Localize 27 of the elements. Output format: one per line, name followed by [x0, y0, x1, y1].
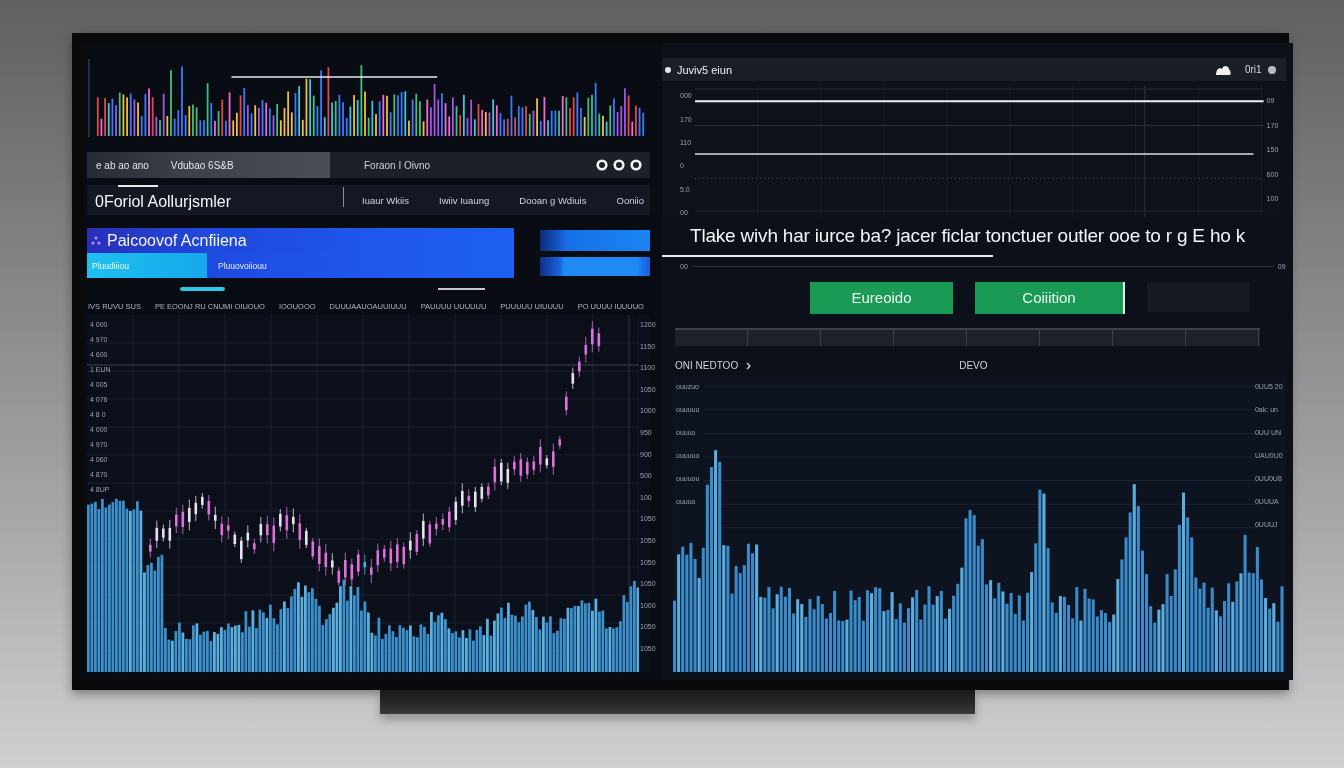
- chevron-icon[interactable]: [746, 361, 752, 370]
- headline-text: Tlake wivh har iurce ba? jacer ficlar tonctuer outler ooe to r g E ho k: [689, 224, 1247, 249]
- toolbar-label: e ab ao ano: [96, 159, 149, 171]
- nav-link[interactable]: Dooan g Wdiuis: [519, 194, 587, 206]
- dot-icon: [665, 66, 671, 73]
- toolbar-label: Foraon I Oivno: [364, 159, 431, 171]
- section-label: DEVO: [959, 360, 988, 372]
- dot-icon: [1267, 65, 1276, 74]
- blank-button[interactable]: [540, 257, 650, 276]
- banner-title: Paicoovof Acnfiiena: [107, 231, 247, 250]
- nav-link[interactable]: Ooniio: [616, 194, 644, 206]
- panel-title: Juviv5 eiun: [677, 63, 733, 76]
- toolbar-label: Vdubao 6S&B: [170, 159, 234, 171]
- timeline-track[interactable]: [675, 327, 1260, 347]
- cloud-icon[interactable]: [1214, 64, 1231, 75]
- indicator-bar: [180, 287, 225, 291]
- status-text: 0ri1: [1244, 64, 1262, 76]
- app-title: 0Foriol Aollurjsmler: [95, 193, 233, 211]
- nav-link[interactable]: Iuaur Wkiis: [362, 194, 409, 206]
- ring-icon[interactable]: [596, 159, 608, 171]
- dots-icon: [91, 236, 101, 245]
- banner-tab[interactable]: Pluuovoiiouu: [207, 253, 514, 278]
- section-title: ONI NEDTOO: [675, 360, 739, 372]
- blank-button[interactable]: [540, 230, 650, 251]
- nav-link[interactable]: Iwiiv Iuaung: [439, 194, 490, 206]
- ring-icon[interactable]: [630, 159, 642, 171]
- ring-icon[interactable]: [613, 159, 625, 171]
